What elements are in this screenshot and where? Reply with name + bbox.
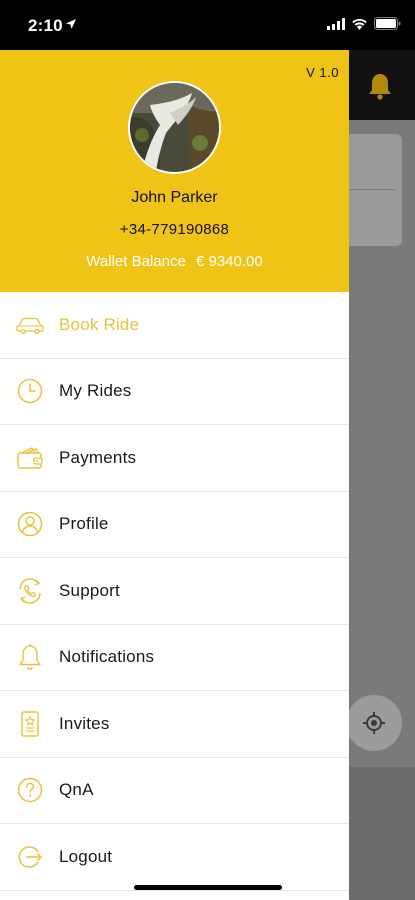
menu-item-qna[interactable]: QnA <box>0 758 349 824</box>
background-card <box>340 134 402 246</box>
support-phone-icon <box>16 577 44 605</box>
menu-item-payments[interactable]: Payments <box>0 425 349 492</box>
home-indicator[interactable] <box>134 885 282 890</box>
logout-icon <box>16 843 44 871</box>
user-icon <box>16 510 44 538</box>
menu-label-invites: Invites <box>59 713 110 733</box>
menu-item-my-rides[interactable]: My Rides <box>0 359 349 425</box>
menu-label-logout: Logout <box>59 846 113 866</box>
wallet-label: Wallet Balance <box>86 253 186 270</box>
wifi-icon <box>352 18 367 30</box>
menu-label-my-rides: My Rides <box>59 381 132 401</box>
avatar[interactable] <box>128 81 221 174</box>
app-version: V 1.0 <box>306 65 339 80</box>
bell-icon <box>16 643 44 671</box>
status-time: 2:10 <box>28 16 63 35</box>
menu-item-logout[interactable]: Logout <box>0 824 349 891</box>
location-arrow-icon <box>66 19 76 29</box>
menu-label-payments: Payments <box>59 447 137 467</box>
avatar-image <box>130 83 219 172</box>
wallet-balance: Wallet Balance € 9340.00 <box>0 253 349 270</box>
menu-item-invites[interactable]: Invites <box>0 691 349 758</box>
invite-card-icon <box>16 710 44 738</box>
menu-item-notifications[interactable]: Notifications <box>0 625 349 691</box>
menu-label-notifications: Notifications <box>59 647 155 667</box>
locate-me-icon <box>363 712 385 734</box>
bell-icon[interactable] <box>367 72 393 100</box>
menu-label-qna: QnA <box>59 780 94 800</box>
drawer-menu: Book Ride My Rides Payments Profile Supp… <box>0 292 349 891</box>
menu-item-book-ride[interactable]: Book Ride <box>0 292 349 359</box>
menu-item-profile[interactable]: Profile <box>0 492 349 558</box>
user-phone: +34-779190868 <box>119 221 230 238</box>
signal-icon <box>327 17 345 30</box>
drawer-header: V 1.0 John Parker +34-779190868 Wallet B… <box>0 50 349 292</box>
status-bar: 2:10 <box>0 0 415 50</box>
menu-label-support: Support <box>59 580 120 600</box>
menu-item-support[interactable]: Support <box>0 558 349 625</box>
wallet-amount: € 9340.00 <box>195 253 263 270</box>
wallet-icon <box>16 444 44 472</box>
locate-me-button[interactable] <box>346 695 402 751</box>
navigation-drawer: V 1.0 John Parker +34-779190868 Wallet B… <box>0 50 349 900</box>
clock-icon <box>16 377 44 405</box>
battery-icon <box>374 17 401 30</box>
menu-label-book-ride: Book Ride <box>59 314 140 334</box>
user-name: John Parker <box>131 189 218 206</box>
question-icon <box>16 776 44 804</box>
menu-label-profile: Profile <box>59 514 109 534</box>
car-icon <box>16 311 44 339</box>
status-icons <box>327 17 401 30</box>
